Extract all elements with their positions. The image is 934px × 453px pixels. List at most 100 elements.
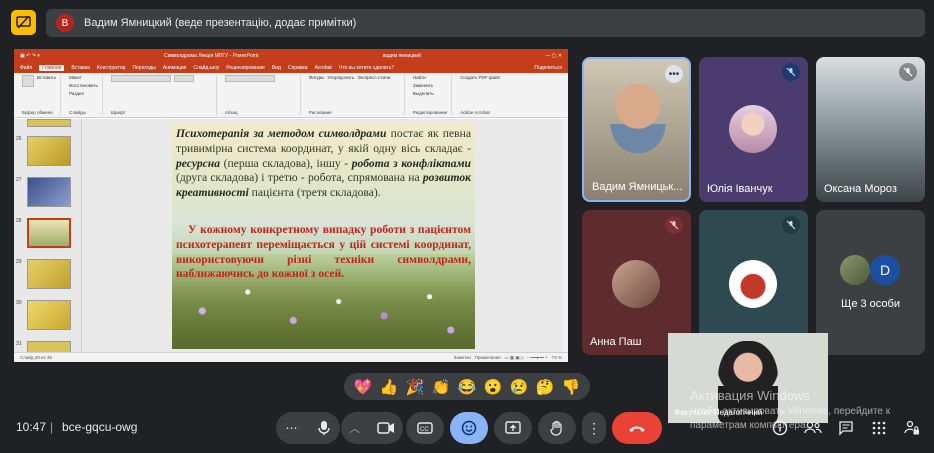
ribbon-item: Экспресс-стили [357, 75, 391, 80]
participant-avatar [612, 260, 660, 308]
host-controls-button[interactable] [902, 418, 922, 438]
slide-number: 29 [16, 259, 22, 265]
slide-thumbnail [27, 177, 71, 207]
reaction-laugh[interactable]: 😂 [458, 378, 477, 396]
ppt-titlebar: ▣ ↶ ↷ ▾ Символдрама Лекція МПГУ - PowerP… [14, 49, 568, 63]
ribbon-group-paragraph: Абзац [221, 75, 301, 115]
ribbon-group-label: Шрифт [110, 110, 126, 115]
ribbon-item: Создать PDF-файл [460, 75, 501, 80]
participant-name: Юлія Іванчук [707, 183, 773, 195]
slide-thumbnail [27, 300, 71, 330]
chat-button[interactable] [836, 418, 856, 438]
present-screen-icon [505, 421, 521, 434]
chevron-up-icon[interactable]: ︿ [349, 420, 360, 436]
video-control-group: ︿ [341, 412, 403, 444]
participant-name: Анна Паш [590, 336, 642, 348]
leave-call-button[interactable] [612, 412, 662, 444]
reaction-heart[interactable]: 💖 [354, 378, 373, 396]
slide-thumbnail [27, 341, 71, 352]
status-comments: Примечания [474, 354, 501, 360]
ribbon-group-acrobat: Создать PDF-файл Adobe Acrobat [456, 75, 504, 115]
reaction-thinking[interactable]: 🤔 [536, 378, 555, 396]
slide-bold-text: Психотерапія за методом символдрами [176, 127, 387, 140]
ppt-share: Поделиться [534, 65, 562, 71]
presenting-icon[interactable] [11, 10, 36, 35]
slide-text: (перша складова), іншу - [220, 156, 352, 170]
reaction-surprised[interactable]: 😮 [484, 378, 503, 396]
current-slide: Психотерапія за методом символдрами пост… [172, 123, 475, 349]
shared-screen: ▣ ↶ ↷ ▾ Символдрама Лекція МПГУ - PowerP… [14, 49, 568, 362]
participant-tile[interactable]: Оксана Мороз [816, 57, 925, 202]
hang-up-icon [629, 426, 645, 432]
slide-paragraph-1: Психотерапія за методом символдрами пост… [176, 127, 471, 201]
mic-off-icon [782, 216, 800, 234]
ppt-tab: Справка [287, 65, 308, 71]
meeting-time: 10:47 [16, 420, 47, 434]
status-zoom: 73 % [551, 354, 562, 360]
slide-text: пацієнта (третя складова). [248, 186, 381, 200]
people-button[interactable] [803, 418, 823, 438]
participant-avatar-letter: D [870, 255, 900, 285]
slide-bold-text: ресурсна [176, 156, 221, 170]
ppt-user-name: вадим ямницкий [382, 53, 421, 59]
participant-tile[interactable]: ••• Вадим Ямницьк... [582, 57, 691, 202]
ppt-tab: Анимация [162, 65, 187, 71]
ribbon-item: Упорядочить [327, 75, 355, 80]
ppt-tab: Файл [20, 65, 33, 71]
lock-person-icon [904, 420, 919, 435]
camera-icon[interactable] [377, 422, 395, 434]
chat-icon [839, 421, 853, 436]
present-button[interactable] [494, 412, 532, 444]
ribbon-group-label: Редактирование [412, 110, 448, 115]
presentation-banner: В Вадим Ямницкий (веде презентацію, дода… [46, 9, 925, 37]
captions-button[interactable]: CC [406, 412, 444, 444]
ribbon-item: Выделить [412, 91, 434, 96]
more-options-button[interactable]: ⋮ [582, 412, 606, 444]
slide-scrollbar [562, 119, 568, 352]
ribbon-group-label: Абзац [224, 110, 238, 115]
reaction-clap[interactable]: 👏 [432, 378, 451, 396]
captions-icon: CC [417, 422, 433, 434]
emoji-button[interactable] [450, 412, 488, 444]
reaction-thumbs-down[interactable]: 👎 [562, 378, 581, 396]
microphone-icon[interactable] [317, 420, 331, 436]
screen-share-off-icon [16, 16, 31, 29]
ppt-tab: Конструктор [96, 65, 126, 71]
reaction-sad[interactable]: 😢 [510, 378, 529, 396]
mic-off-icon [782, 63, 800, 81]
ribbon-group-label: Adobe Acrobat [460, 110, 490, 115]
more-participants-tile[interactable]: D Ще 3 особи [816, 210, 925, 355]
ribbon-item: Восстановить [69, 83, 98, 88]
more-participants-label: Ще 3 особи [841, 298, 900, 310]
slide-number: 26 [16, 136, 22, 142]
ppt-tab: Вид [271, 65, 281, 71]
ribbon-item: Макет [69, 75, 82, 80]
slide-thumbnail [27, 259, 71, 289]
audio-options-icon[interactable]: ⋯ [286, 421, 298, 435]
reactions-bar: 💖 👍 🎉 👏 😂 😮 😢 🤔 👎 [344, 373, 590, 400]
slide-thumbnail-selected [27, 218, 71, 248]
activities-button[interactable] [869, 418, 889, 438]
more-options-icon[interactable]: ••• [665, 65, 683, 83]
ribbon-item: Найти [412, 75, 426, 80]
ribbon-group-label: Буфер обмена [22, 110, 53, 115]
ppt-tab: Вставка [71, 65, 90, 71]
slide-number: 31 [16, 341, 22, 347]
ppt-tab: Acrobat [314, 65, 332, 71]
reaction-thumbs-up[interactable]: 👍 [380, 378, 399, 396]
reaction-party[interactable]: 🎉 [406, 378, 425, 396]
ppt-statusbar: Слайд 28 из 36 Заметки Примечания ▭ ▦ ▣ … [14, 352, 568, 362]
slide-paragraph-2: У кожному конкретному випадку роботи з п… [176, 223, 471, 281]
meeting-info-button[interactable] [770, 418, 790, 438]
presenter-avatar: В [56, 14, 74, 32]
info-icon [772, 420, 788, 436]
raise-hand-button[interactable] [538, 412, 576, 444]
separator: | [50, 420, 54, 434]
slide-number: 28 [16, 218, 22, 224]
apps-grid-icon [872, 421, 886, 435]
hand-icon [550, 420, 562, 436]
participant-name: Вадим Ямницьк... [592, 181, 683, 193]
slide-text: (друга складова) і третю - робота, спрям… [176, 171, 423, 185]
participant-tile[interactable]: Юлія Іванчук [699, 57, 808, 202]
more-vert-icon: ⋮ [587, 420, 601, 436]
